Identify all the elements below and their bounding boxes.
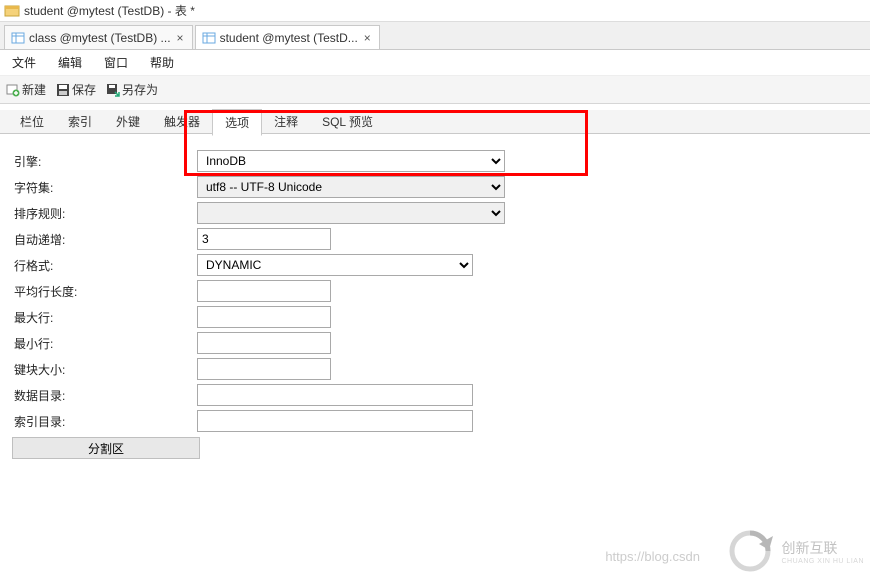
charset-select[interactable]: utf8 -- UTF-8 Unicode <box>197 176 505 198</box>
saveas-label: 另存为 <box>122 81 158 98</box>
avgrow-label: 平均行长度: <box>12 283 197 300</box>
subtabs: 栏位 索引 外键 触发器 选项 注释 SQL 预览 <box>0 110 870 134</box>
logo-icon <box>729 530 777 572</box>
autoinc-label: 自动递增: <box>12 231 197 248</box>
partition-button[interactable]: 分割区 <box>12 437 200 459</box>
close-icon[interactable]: × <box>362 31 373 45</box>
saveas-button[interactable]: 另存为 <box>106 81 158 98</box>
tab-foreignkeys[interactable]: 外键 <box>104 109 152 134</box>
tab-options[interactable]: 选项 <box>212 109 262 136</box>
collation-label: 排序规则: <box>12 205 197 222</box>
minrow-label: 最小行: <box>12 335 197 352</box>
saveas-icon <box>106 83 120 97</box>
watermark-url: https://blog.csdn <box>605 549 700 564</box>
watermark-brand: 创新互联 <box>781 538 864 558</box>
close-icon[interactable]: × <box>175 31 186 45</box>
maxrow-input[interactable] <box>197 306 331 328</box>
tab-indexes[interactable]: 索引 <box>56 109 104 134</box>
engine-select[interactable]: InnoDB <box>197 150 505 172</box>
doc-tab-label: class @mytest (TestDB) ... <box>29 31 171 45</box>
document-tabs: class @mytest (TestDB) ... × student @my… <box>0 22 870 50</box>
datadir-input[interactable] <box>197 384 473 406</box>
indexdir-label: 索引目录: <box>12 413 197 430</box>
tab-sqlpreview[interactable]: SQL 预览 <box>310 109 385 134</box>
watermark-brand-sub: CHUANG XIN HU LIAN <box>781 558 864 565</box>
tab-fields[interactable]: 栏位 <box>8 109 56 134</box>
toolbar: 新建 保存 另存为 <box>0 76 870 104</box>
watermark-logo: 创新互联 CHUANG XIN HU LIAN <box>729 530 864 572</box>
new-button[interactable]: 新建 <box>6 81 46 98</box>
engine-label: 引擎: <box>12 153 197 170</box>
rowformat-label: 行格式: <box>12 257 197 274</box>
window-titlebar: student @mytest (TestDB) - 表 * <box>0 0 870 22</box>
table-icon <box>11 31 25 45</box>
doc-tab-class[interactable]: class @mytest (TestDB) ... × <box>4 25 193 49</box>
tab-comment[interactable]: 注释 <box>262 109 310 134</box>
indexdir-input[interactable] <box>197 410 473 432</box>
rowformat-select[interactable]: DYNAMIC <box>197 254 473 276</box>
menu-window[interactable]: 窗口 <box>104 54 128 71</box>
menu-edit[interactable]: 编辑 <box>58 54 82 71</box>
menu-help[interactable]: 帮助 <box>150 54 174 71</box>
maxrow-label: 最大行: <box>12 309 197 326</box>
minrow-input[interactable] <box>197 332 331 354</box>
new-label: 新建 <box>22 81 46 98</box>
plus-table-icon <box>6 83 20 97</box>
save-icon <box>56 83 70 97</box>
autoinc-input[interactable] <box>197 228 331 250</box>
keyblock-input[interactable] <box>197 358 331 380</box>
save-button[interactable]: 保存 <box>56 81 96 98</box>
doc-tab-label: student @mytest (TestD... <box>220 31 358 45</box>
datadir-label: 数据目录: <box>12 387 197 404</box>
collation-select[interactable] <box>197 202 505 224</box>
tab-triggers[interactable]: 触发器 <box>152 109 212 134</box>
charset-label: 字符集: <box>12 179 197 196</box>
doc-tab-student[interactable]: student @mytest (TestD... × <box>195 25 380 49</box>
table-icon <box>202 31 216 45</box>
menubar: 文件 编辑 窗口 帮助 <box>0 50 870 76</box>
menu-file[interactable]: 文件 <box>12 54 36 71</box>
save-label: 保存 <box>72 81 96 98</box>
avgrow-input[interactable] <box>197 280 331 302</box>
app-icon <box>4 3 20 19</box>
window-title: student @mytest (TestDB) - 表 * <box>24 2 195 19</box>
keyblock-label: 键块大小: <box>12 361 197 378</box>
options-form: 引擎: InnoDB 字符集: utf8 -- UTF-8 Unicode 排序… <box>0 134 870 460</box>
